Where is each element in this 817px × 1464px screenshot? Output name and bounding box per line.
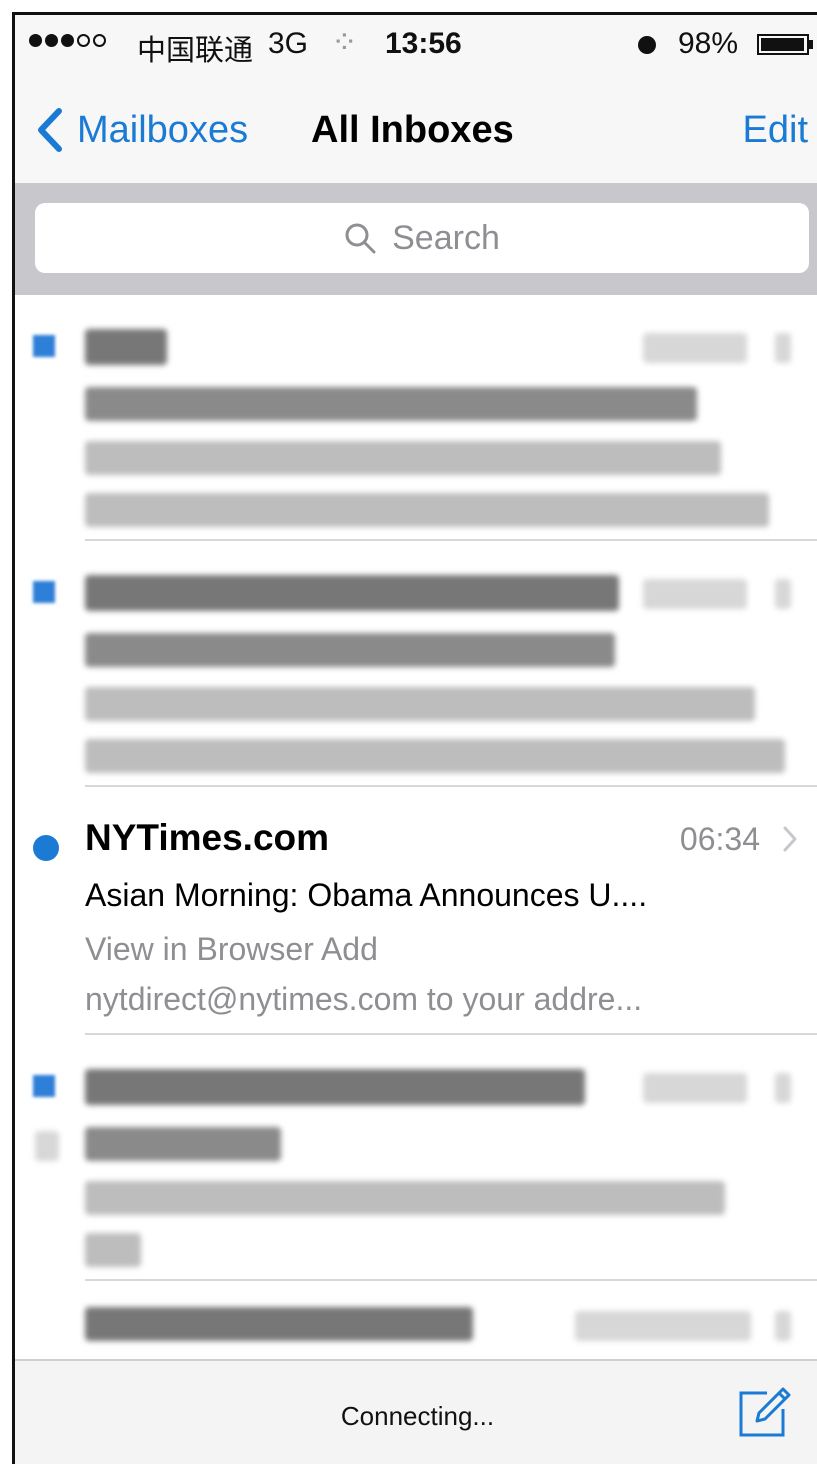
- unread-indicator: [33, 581, 55, 603]
- unread-dot-icon: [33, 835, 59, 861]
- blurred-chevron: [775, 1073, 791, 1103]
- phone-screen: 中国联通 3G ⁘ 13:56 98% Mailboxes All Inboxe…: [12, 12, 817, 1464]
- alarm-icon: [638, 36, 656, 54]
- chevron-right-icon: [783, 826, 797, 852]
- edit-button[interactable]: Edit: [743, 109, 808, 152]
- blurred-sender: [85, 575, 619, 611]
- search-placeholder: Search: [392, 218, 500, 257]
- status-bar: 中国联通 3G ⁘ 13:56 98%: [15, 15, 817, 73]
- blurred-subject: [85, 1127, 281, 1161]
- blurred-subject: [85, 387, 697, 421]
- blurred-preview: [85, 1181, 725, 1215]
- carrier-name: 中国联通: [137, 35, 254, 67]
- status-time: 13:56: [385, 27, 462, 60]
- navigation-bar: Mailboxes All Inboxes Edit: [15, 73, 817, 183]
- message-time: 06:34: [679, 821, 760, 857]
- page-title: All Inboxes: [311, 109, 514, 151]
- search-bar: Search: [15, 183, 817, 295]
- chevron-left-icon: [38, 108, 62, 152]
- unread-indicator: [33, 335, 55, 357]
- blurred-time: [575, 1311, 751, 1341]
- blurred-sender: [85, 1069, 585, 1105]
- search-input[interactable]: Search: [35, 203, 809, 273]
- message-subject: Asian Morning: Obama Announces U....: [85, 877, 648, 913]
- back-button[interactable]: Mailboxes: [33, 107, 248, 153]
- list-item[interactable]: NYTimes.com 06:34 Asian Morning: Obama A…: [15, 787, 817, 1035]
- blurred-sender: [85, 329, 167, 365]
- blurred-preview: [85, 687, 755, 721]
- list-item[interactable]: [15, 295, 817, 541]
- signal-strength-icon: [29, 34, 106, 47]
- blurred-preview: [85, 441, 721, 475]
- blurred-chevron: [775, 1311, 791, 1341]
- blurred-chevron: [775, 333, 791, 363]
- message-preview-line2: nytdirect@nytimes.com to your addre...: [85, 981, 643, 1017]
- blurred-time: [643, 1073, 747, 1103]
- list-item[interactable]: [15, 541, 817, 787]
- battery-percent: 98%: [678, 27, 739, 60]
- blurred-sender: [85, 1307, 473, 1341]
- blurred-preview: [85, 1233, 141, 1267]
- list-item[interactable]: [15, 1035, 817, 1281]
- message-sender: NYTimes.com: [85, 817, 330, 858]
- message-list: NYTimes.com 06:34 Asian Morning: Obama A…: [15, 295, 817, 1359]
- blurred-preview: [85, 493, 769, 527]
- unread-indicator: [33, 1075, 55, 1097]
- bottom-toolbar: Connecting...: [15, 1359, 817, 1464]
- blurred-time: [643, 333, 747, 363]
- blurred-time: [643, 579, 747, 609]
- message-preview-line1: View in Browser Add: [85, 931, 378, 967]
- activity-spinner-icon: ⁘: [331, 24, 358, 60]
- attachment-icon: [35, 1131, 59, 1161]
- blurred-preview: [85, 739, 785, 773]
- search-icon: [345, 223, 376, 254]
- list-item[interactable]: [15, 1281, 817, 1359]
- battery-tip: [809, 40, 813, 49]
- blurred-chevron: [775, 579, 791, 609]
- network-type: 3G: [268, 27, 309, 60]
- compose-icon[interactable]: [737, 1383, 793, 1439]
- blurred-subject: [85, 633, 615, 667]
- connection-status: Connecting...: [340, 1401, 495, 1431]
- battery-icon: [757, 34, 809, 55]
- back-button-label: Mailboxes: [77, 108, 249, 151]
